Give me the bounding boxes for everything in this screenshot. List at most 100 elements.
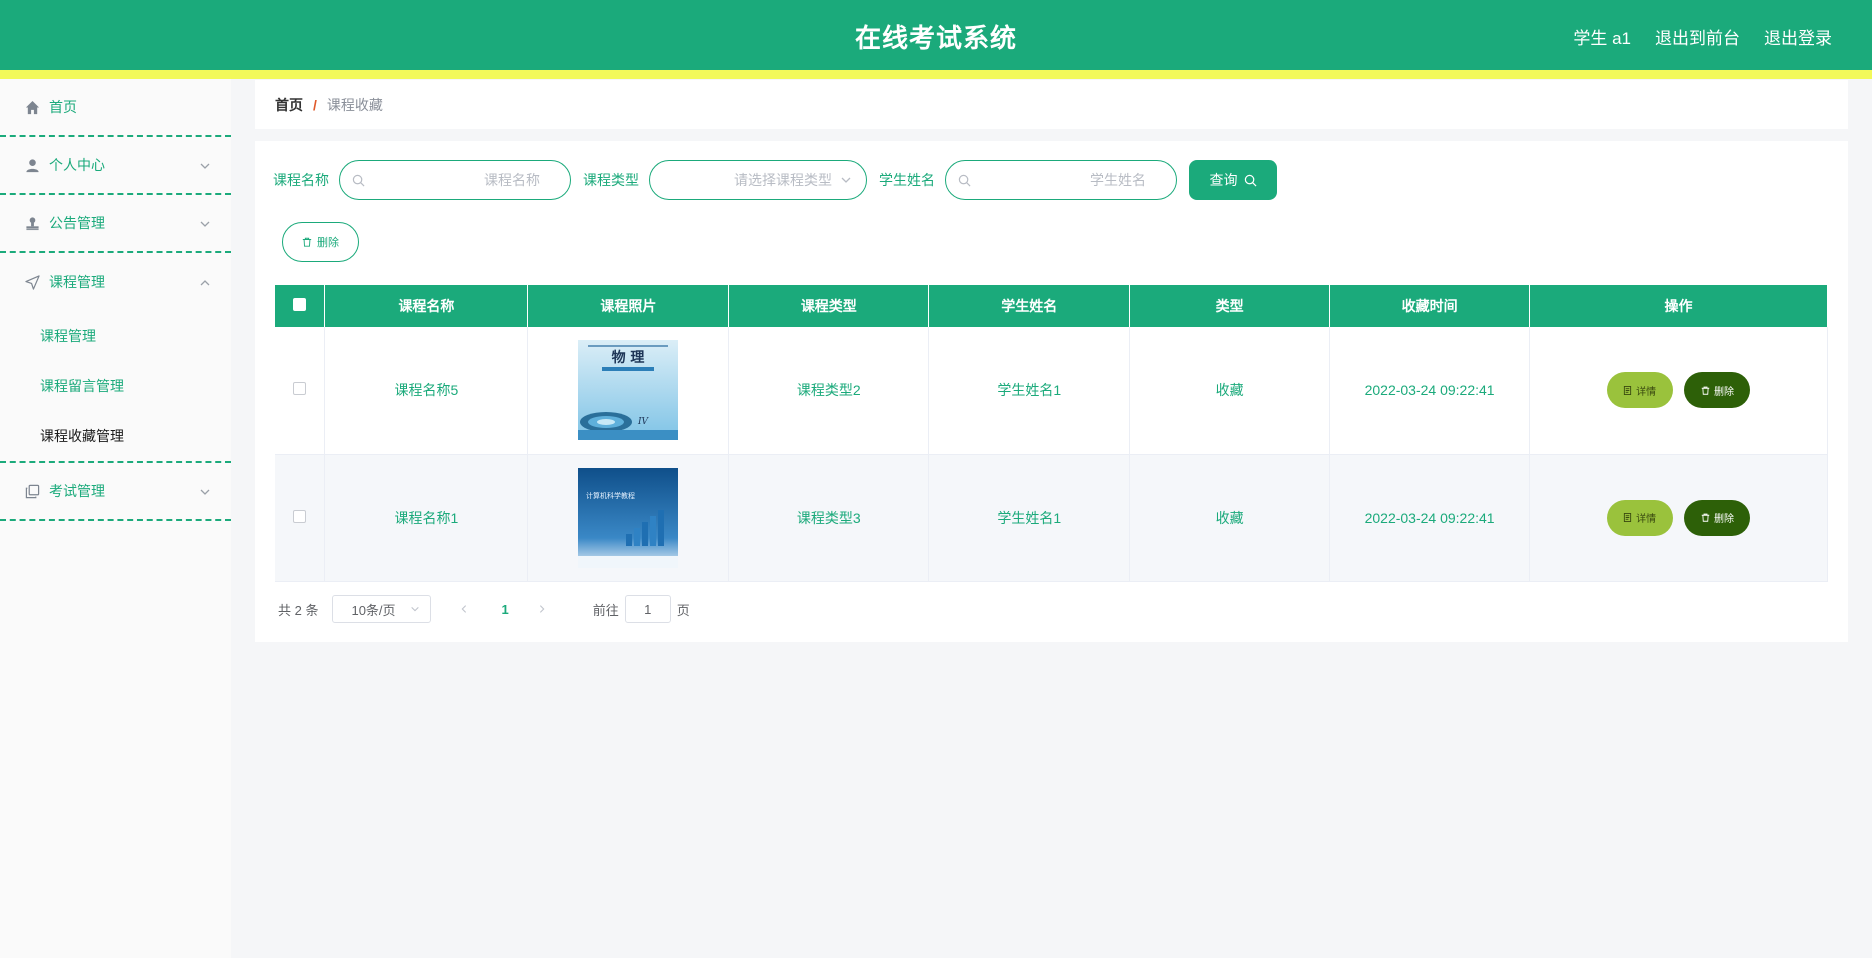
chevron-down-icon [199, 217, 211, 229]
col-course-photo: 课程照片 [527, 285, 730, 327]
delete-label: 删除 [1713, 514, 1734, 525]
course-name-label: 课程名称 [273, 172, 329, 188]
table-row: 课程名称1 计算机科学教程 课程类型3 学生姓名1 收藏 2022-03-24 … [275, 454, 1828, 582]
total-count: 共 2 条 [278, 602, 319, 618]
course-photo-computer[interactable]: 计算机科学教程 [578, 467, 679, 568]
svg-text:IV: IV [637, 417, 650, 427]
course-type-select[interactable]: 请选择课程类型 [649, 160, 867, 200]
chevron-up-icon [199, 276, 211, 288]
col-favorite-time: 收藏时间 [1329, 285, 1531, 327]
course-name-input[interactable] [354, 172, 556, 188]
cell-favorite-time: 2022-03-24 09:22:41 [1329, 454, 1531, 582]
chevron-down-icon [411, 606, 420, 612]
batch-delete-button[interactable]: 删除 [282, 222, 359, 262]
sidebar-item-course[interactable]: 课程管理 [0, 253, 231, 311]
cell-kind: 收藏 [1129, 454, 1331, 582]
favorites-table: 课程名称 课程照片 课程类型 学生姓名 类型 收藏时间 操作 课程名称5 物 理… [275, 285, 1828, 582]
home-icon [24, 99, 40, 115]
cell-student-name: 学生姓名1 [928, 327, 1131, 455]
select-all-cell [275, 285, 326, 327]
sidebar-item-home[interactable]: 首页 [0, 79, 231, 137]
col-actions: 操作 [1529, 285, 1828, 327]
document-icon [1623, 385, 1632, 395]
page-size-select[interactable]: 10条/页 [332, 595, 432, 623]
chevron-down-icon [199, 159, 211, 171]
cover-title: 物 理 [612, 349, 645, 366]
page-unit-label: 页 [676, 602, 690, 618]
breadcrumb: 首页 / 课程收藏 [255, 80, 1848, 129]
cell-course-type: 课程类型3 [728, 454, 930, 582]
query-button[interactable]: 查询 [1189, 160, 1277, 200]
row-checkbox[interactable] [293, 382, 307, 396]
trash-icon [1701, 513, 1710, 522]
trash-icon [302, 237, 312, 247]
cell-course-photo: 计算机科学教程 [527, 454, 730, 582]
logout-link[interactable]: 退出登录 [1764, 24, 1832, 49]
sidebar-item-label: 公告管理 [49, 215, 105, 231]
delete-button[interactable]: 删除 [1684, 372, 1751, 409]
col-kind: 类型 [1129, 285, 1331, 327]
cell-kind: 收藏 [1129, 327, 1331, 455]
breadcrumb-home[interactable]: 首页 [275, 95, 303, 115]
cell-course-type: 课程类型2 [728, 327, 930, 455]
cell-actions: 详情 删除 [1529, 454, 1828, 582]
sidebar-item-label: 首页 [49, 99, 77, 115]
breadcrumb-current: 课程收藏 [326, 96, 383, 113]
header-links: 学生 a1 退出到前台 退出登录 [1573, 24, 1832, 49]
cell-student-name: 学生姓名1 [928, 454, 1131, 582]
chevron-down-icon [199, 485, 211, 497]
pagination: 共 2 条 10条/页 1 前往 页 [278, 595, 690, 623]
cell-actions: 详情 删除 [1529, 327, 1828, 455]
cover-title: 计算机科学教程 [586, 491, 635, 500]
col-student-name: 学生姓名 [928, 285, 1131, 327]
sidebar-item-exam[interactable]: 考试管理 [0, 463, 231, 521]
sidebar-item-personal-center[interactable]: 个人中心 [0, 137, 231, 195]
row-select-cell [275, 327, 326, 455]
table-row: 课程名称5 物 理 IV 课程类型2 学生姓名1 收藏 2022-03-24 0… [275, 327, 1828, 455]
search-icon [958, 174, 971, 186]
goto-page-input[interactable] [624, 595, 671, 623]
sidebar-sub-course-manage[interactable]: 课程管理 [0, 311, 231, 361]
batch-delete-label: 删除 [317, 237, 339, 249]
current-user-link[interactable]: 学生 a1 [1573, 24, 1631, 49]
page-size-value: 10条/页 [351, 602, 396, 618]
row-checkbox[interactable] [293, 509, 307, 523]
student-name-input[interactable] [960, 172, 1162, 188]
detail-button[interactable]: 详情 [1606, 499, 1673, 536]
col-course-name: 课程名称 [324, 285, 529, 327]
student-name-field [945, 160, 1177, 200]
sidebar-item-label: 课程管理 [49, 274, 105, 290]
search-form: 课程名称 课程类型 请选择课程类型 学生姓名 查询 [273, 160, 1277, 200]
student-name-label: 学生姓名 [879, 172, 935, 188]
breadcrumb-separator: / [313, 96, 317, 113]
table-header-row: 课程名称 课程照片 课程类型 学生姓名 类型 收藏时间 操作 [275, 285, 1828, 327]
sidebar-sub-course-favorite[interactable]: 课程收藏管理 [0, 411, 231, 461]
query-button-label: 查询 [1209, 172, 1238, 188]
stamp-icon [24, 215, 40, 231]
document-icon [1623, 513, 1632, 522]
delete-button[interactable]: 删除 [1684, 499, 1751, 536]
detail-label: 详情 [1636, 386, 1657, 398]
prev-page-button[interactable] [459, 601, 469, 617]
trash-icon [1701, 386, 1710, 395]
chevron-right-icon [539, 605, 545, 613]
header-stripe [0, 70, 1872, 79]
search-icon [1244, 174, 1256, 186]
cell-course-name: 课程名称5 [324, 327, 529, 455]
sidebar-sub-course-message[interactable]: 课程留言管理 [0, 361, 231, 411]
sidebar-item-notice[interactable]: 公告管理 [0, 195, 231, 253]
detail-button[interactable]: 详情 [1606, 372, 1673, 409]
sidebar-group-course: 课程管理 课程管理 课程留言管理 课程收藏管理 [0, 253, 231, 463]
sidebar: 首页 个人中心 公告管理 课程管理 课程管理 课程留言管理 课程收藏管理 考试管… [0, 79, 231, 958]
next-page-button[interactable] [537, 601, 547, 617]
back-to-front-link[interactable]: 退出到前台 [1655, 24, 1740, 49]
select-all-checkbox[interactable] [293, 298, 307, 311]
course-type-label: 课程类型 [583, 172, 639, 188]
course-photo-physics[interactable]: 物 理 IV [578, 340, 679, 441]
copy-icon [24, 483, 40, 499]
detail-label: 详情 [1636, 514, 1657, 525]
sidebar-item-label: 考试管理 [49, 483, 105, 499]
top-header: 在线考试系统 学生 a1 退出到前台 退出登录 [0, 0, 1872, 70]
page-number-current[interactable]: 1 [501, 602, 508, 617]
chevron-down-icon [841, 177, 851, 183]
